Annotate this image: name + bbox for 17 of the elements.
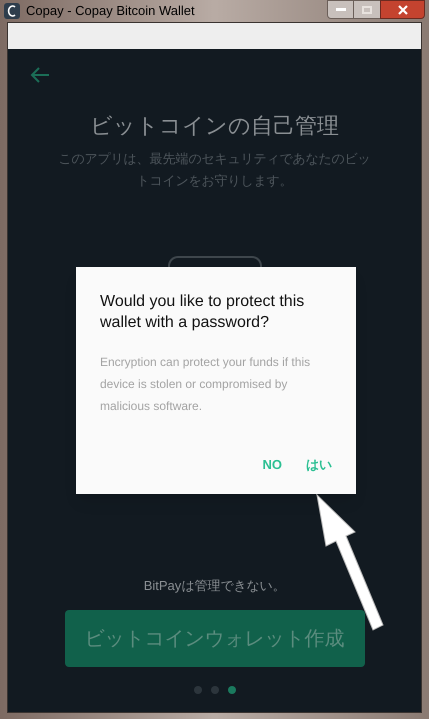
close-button[interactable] bbox=[380, 0, 425, 19]
dialog-button[interactable]: NO bbox=[260, 450, 284, 478]
screen-title: ビットコインの自己管理 bbox=[90, 112, 339, 140]
screen-note: BitPayは管理できない。 bbox=[144, 576, 286, 595]
maximize-button[interactable] bbox=[354, 0, 380, 19]
maximize-icon bbox=[362, 6, 372, 14]
screen-subtitle: このアプリは、最先端のセキュリティであなたのビットコインをお守りします。 bbox=[58, 150, 372, 190]
close-icon bbox=[398, 4, 408, 14]
create-wallet-button[interactable]: ビットコインウォレット作成 bbox=[64, 610, 364, 667]
app-icon bbox=[4, 3, 20, 19]
minimize-icon bbox=[336, 8, 346, 11]
window-title: Copay - Copay Bitcoin Wallet bbox=[26, 2, 195, 20]
back-arrow-icon[interactable] bbox=[30, 67, 50, 83]
dialog-button[interactable]: はい bbox=[304, 450, 334, 478]
minimize-button[interactable] bbox=[327, 0, 354, 19]
dialog-title: Would you like to protect this wallet with a password? bbox=[100, 292, 306, 333]
dialog-message: Encryption can protect your funds if this device is stolen or compromised by malicious software. bbox=[100, 354, 312, 415]
